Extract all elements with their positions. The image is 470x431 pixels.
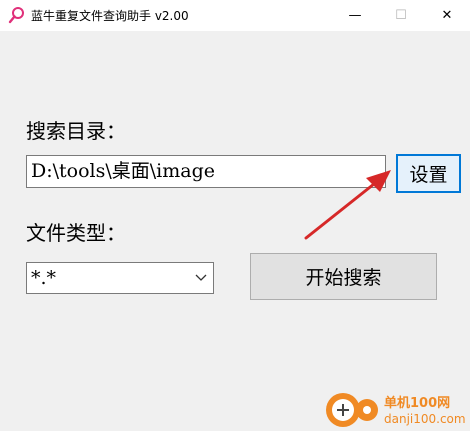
start-search-button[interactable]: 开始搜索 [250,253,437,300]
danji100-watermark-logo: 单机100网 danji100.com [326,393,466,427]
close-button[interactable]: ✕ [424,0,470,31]
window-title: 蓝牛重复文件查询助手 v2.00 [31,9,189,23]
maximize-button[interactable]: ☐ [378,0,424,31]
settings-button[interactable]: 设置 [396,154,461,193]
annotation-arrow [304,170,391,240]
watermark-url: danji100.com [384,412,466,426]
title-bar[interactable]: 蓝牛重复文件查询助手 v2.00 — ☐ ✕ [0,0,470,31]
chevron-down-icon [195,274,207,281]
maximize-icon: ☐ [395,8,407,23]
search-dir-input[interactable]: D:\tools\桌面\image [26,155,386,188]
file-type-dropdown[interactable]: *.* [26,262,214,294]
watermark-site-name: 单机100网 [384,395,450,411]
minimize-button[interactable]: — [332,0,378,31]
file-type-value: *.* [31,267,57,289]
app-magnifier-icon [8,7,24,24]
file-type-label: 文件类型： [26,221,126,245]
minimize-icon: — [348,8,362,23]
close-icon: ✕ [441,8,453,23]
search-dir-label: 搜索目录： [26,119,126,143]
